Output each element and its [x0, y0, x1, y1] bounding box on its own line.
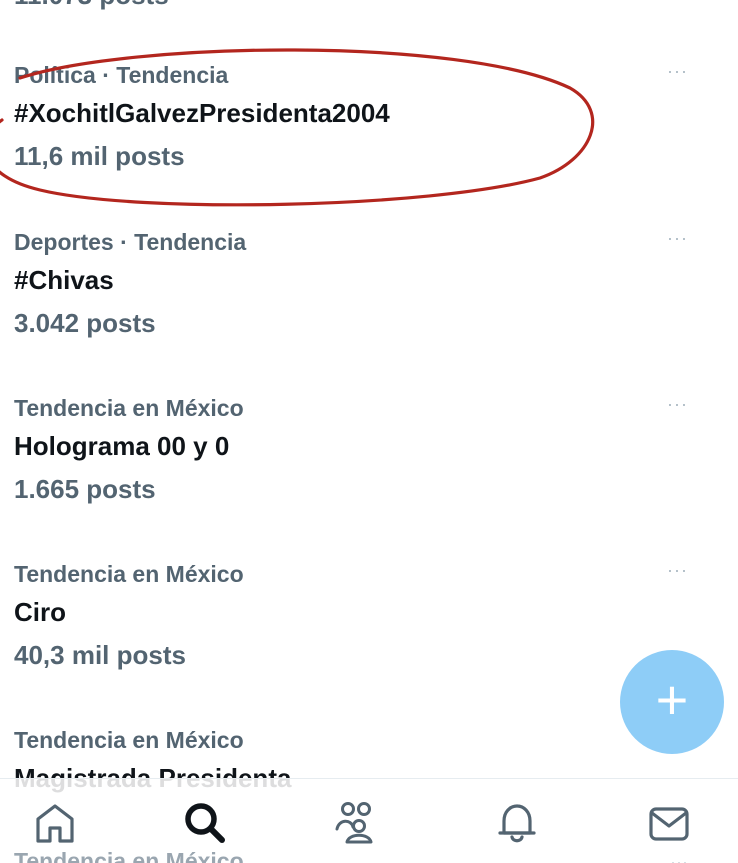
- nav-messages[interactable]: [644, 801, 694, 845]
- trend-name: Holograma 00 y 0: [14, 431, 230, 461]
- trend-name: #XochitlGalvezPresidenta2004: [14, 98, 390, 128]
- search-icon: [185, 803, 225, 843]
- more-icon: ···: [670, 852, 688, 863]
- bell-icon: [498, 804, 536, 843]
- trend-name: #Chivas: [14, 265, 114, 295]
- partial-post-count: 11.073 posts: [14, 0, 169, 11]
- nav-communities[interactable]: [330, 801, 380, 845]
- mail-icon: [649, 807, 689, 841]
- trend-meta: Tendencia en México: [14, 561, 244, 587]
- trend-meta: Deportes · Tendencia: [14, 229, 247, 255]
- nav-home[interactable]: [30, 801, 80, 845]
- home-icon: [36, 804, 74, 843]
- explore-screen: 11.073 posts Política · Tendencia #Xochi…: [0, 0, 738, 863]
- trend-count: 1.665 posts: [14, 474, 156, 504]
- trend-item[interactable]: Tendencia en México Holograma 00 y 0 1.6…: [0, 395, 738, 561]
- communities-icon: [335, 802, 373, 844]
- nav-notifications[interactable]: [492, 801, 542, 845]
- trend-count: 11,6 mil posts: [14, 141, 185, 171]
- partial-trend-meta: Tendencia en México: [14, 848, 244, 863]
- compose-button[interactable]: +: [620, 650, 724, 754]
- trend-meta: Política · Tendencia: [14, 62, 229, 88]
- trend-count: 40,3 mil posts: [14, 640, 186, 670]
- trend-meta: Tendencia en México: [14, 727, 244, 753]
- trend-item[interactable]: Deportes · Tendencia #Chivas 3.042 posts…: [0, 229, 738, 395]
- plus-icon: +: [655, 668, 689, 731]
- more-icon[interactable]: ···: [667, 395, 688, 413]
- more-icon[interactable]: ···: [667, 561, 688, 579]
- trend-item[interactable]: Política · Tendencia #XochitlGalvezPresi…: [0, 62, 738, 228]
- more-icon[interactable]: ···: [667, 229, 688, 247]
- nav-search[interactable]: [180, 801, 230, 845]
- more-icon[interactable]: ···: [667, 62, 688, 80]
- trend-count: 3.042 posts: [14, 308, 156, 338]
- trend-meta: Tendencia en México: [14, 395, 244, 421]
- trend-name: Ciro: [14, 597, 66, 627]
